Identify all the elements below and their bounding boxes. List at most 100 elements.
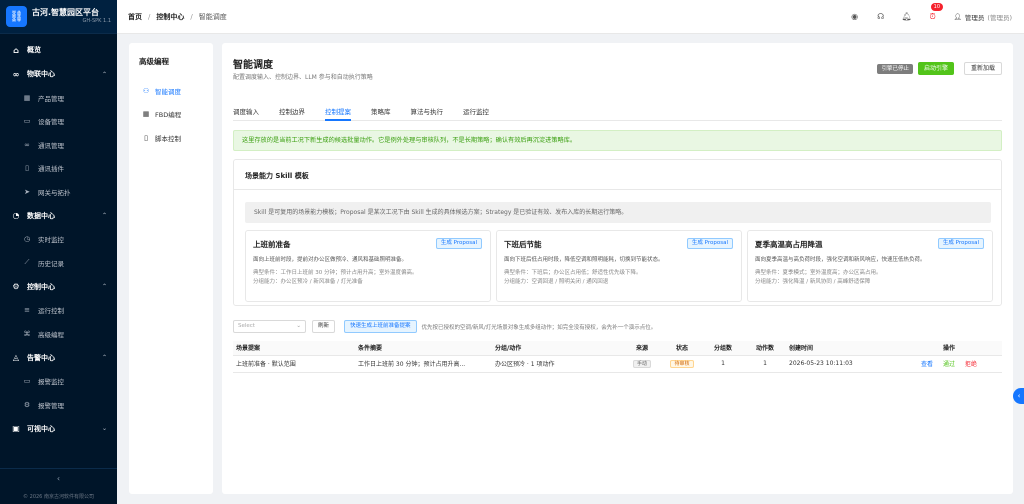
menu-item-label: 通讯插件: [38, 165, 64, 174]
subnav-item-script[interactable]: ▯ 脚本控制: [129, 126, 213, 150]
refresh-button[interactable]: 刷新: [312, 320, 336, 333]
user-name: 管理员: [964, 13, 985, 22]
sub-navigation: 高级编程 ⚇ 智能调度 ▦ FBD编程 ▯ 脚本控制: [129, 43, 213, 494]
menu-item-label: 通讯管理: [38, 141, 64, 150]
logo-area[interactable]: ⛓ 古河.智慧园区平台 GH-SPK 1.1: [0, 0, 117, 34]
menu-visual-center[interactable]: ▣ 可视中心 ⌄: [0, 417, 117, 441]
menu-iot-center[interactable]: ∞ 物联中心 ⌃: [0, 62, 117, 86]
notification-badge: 10: [930, 2, 944, 11]
settings-icon: ⚙: [12, 282, 20, 291]
menu-label: 告警中心: [27, 353, 55, 362]
start-engine-button[interactable]: 启动引擎: [917, 62, 954, 75]
cell-created: 2026-05-23 10:11:03: [786, 355, 896, 373]
document-icon: ▯: [25, 164, 29, 173]
skill-description: 面向夏季高温与高负荷时段，强化空调和新风响应，快速压低热负荷。: [755, 257, 926, 263]
col-operations: 操作: [896, 341, 1002, 356]
chevron-up-icon: ⌃: [101, 354, 107, 361]
breadcrumb-control-center[interactable]: 控制中心: [156, 12, 184, 22]
app-title: 古河.智慧园区平台: [32, 8, 100, 17]
subnav-item-smart-dispatch[interactable]: ⚇ 智能调度: [129, 79, 213, 103]
top-header: 首页 / 控制中心 / 智能调度 ◉ ☊ 🔔︎ ⏰︎ 10 👤︎ 管理员 (管理员…: [117, 0, 1024, 34]
menu-item-plugin[interactable]: ▯ 通讯插件: [0, 157, 117, 181]
user-role: (管理员): [987, 13, 1012, 22]
skill-condition: 典型条件：工作日上班前 30 分钟；预计占用升高；室外温度偏高。: [253, 270, 418, 276]
collapse-sidebar-button[interactable]: ‹: [0, 468, 117, 488]
col-groups: 分组数: [702, 341, 744, 356]
menu-item-product[interactable]: ▦ 产品管理: [0, 86, 117, 110]
skill-description: 面向下班后低占用时段，降低空调和照明能耗，切换到节能状态。: [504, 257, 664, 263]
tab-strategy-library[interactable]: 策略库: [371, 104, 391, 121]
menu-item-gateway[interactable]: ➤ 网关与拓扑: [0, 180, 117, 204]
menu-item-device[interactable]: ▭ 设备管理: [0, 110, 117, 134]
table-header-row: 场景提案 条件摘要 分组/动作 来源 状态 分组数 动作数 创建时间 操作: [233, 341, 1002, 356]
notification-bell-icon[interactable]: 🔔︎: [900, 10, 914, 24]
github-icon[interactable]: ◉: [848, 10, 862, 24]
breadcrumb-home[interactable]: 首页: [128, 12, 142, 22]
col-actions: 动作数: [744, 341, 786, 356]
skill-condition: 典型条件：下班后；办公区占用低；舒适性优先级下降。: [504, 270, 642, 276]
subnav-label: 智能调度: [155, 87, 181, 96]
menu-item-alarm-monitor[interactable]: ▭ 报警监控: [0, 370, 117, 394]
skill-card: 上班前准备 生成 Proposal 面向上班前时段，提前对办公区做预冷、通风和基…: [245, 230, 491, 302]
tab-dispatch-input[interactable]: 调度输入: [233, 104, 259, 121]
subnav-item-fbd[interactable]: ▦ FBD编程: [129, 103, 213, 127]
menu-item-advanced[interactable]: ⌘ 高级编程: [0, 322, 117, 346]
reject-link[interactable]: 拒绝: [965, 361, 977, 368]
proposal-toolbar: Select ⌄ 刷新 快速生成上班前准备提案 优先按已授权的空调/新风/灯光场景…: [233, 320, 1002, 333]
generate-proposal-button[interactable]: 生成 Proposal: [937, 238, 984, 249]
menu-item-run-control[interactable]: ≡ 运行控制: [0, 299, 117, 323]
menu-item-comm[interactable]: ∞ 通讯管理: [0, 133, 117, 157]
app-version: GH-SPK 1.1: [82, 18, 111, 24]
col-scene: 场景提案: [233, 341, 355, 356]
headset-icon[interactable]: ☊: [874, 10, 888, 24]
generate-proposal-button[interactable]: 生成 Proposal: [686, 238, 733, 249]
link-icon: ∞: [12, 69, 20, 79]
tab-run-monitor[interactable]: 运行监控: [463, 104, 489, 121]
menu-item-realtime[interactable]: ◷ 实时监控: [0, 228, 117, 252]
menu-overview[interactable]: ⌂ 概览: [0, 38, 117, 62]
approve-link[interactable]: 通过: [943, 361, 955, 368]
cell-action: 办公区预冷 · 1 项动作: [492, 355, 622, 373]
toolbar-hint: 优先按已授权的空调/新风/灯光场景对象生成多组动作；如完全没有授权，会先补一个演…: [421, 324, 657, 331]
skill-info-banner: Skill 是可复用的场景能力模板；Proposal 是某次工况下由 Skill…: [245, 202, 991, 223]
col-created: 创建时间: [786, 341, 896, 356]
tab-algorithm-execution[interactable]: 算法与执行: [411, 104, 444, 121]
chevron-up-icon: ⌃: [101, 212, 107, 219]
breadcrumb-current: 智能调度: [198, 12, 227, 21]
generate-proposal-button[interactable]: 生成 Proposal: [435, 238, 482, 249]
settings-icon: ⚙: [23, 400, 31, 409]
menu-label: 可视中心: [27, 424, 55, 433]
screen-icon: ▣: [12, 424, 20, 433]
menu-control-center[interactable]: ⚙ 控制中心 ⌃: [0, 275, 117, 299]
menu-label: 概览: [27, 46, 41, 54]
monitor-icon: ▭: [23, 377, 31, 386]
menu-item-history[interactable]: ⟋ 历史记录: [0, 251, 117, 275]
menu-data-center[interactable]: ◔ 数据中心 ⌃: [0, 204, 117, 228]
menu-alarm-center[interactable]: ◬ 告警中心 ⌃: [0, 346, 117, 370]
chevron-left-icon[interactable]: ‹: [1013, 388, 1024, 404]
cell-source: 手动: [622, 355, 662, 373]
tab-control-boundary[interactable]: 控制边界: [279, 104, 305, 121]
tab-control-proposal[interactable]: 控制提案: [325, 104, 351, 121]
quick-generate-button[interactable]: 快速生成上班前准备提案: [344, 320, 417, 333]
source-tag: 手动: [632, 360, 651, 368]
menu-item-label: 运行控制: [38, 307, 64, 316]
page-title: 智能调度: [233, 60, 273, 71]
menu-item-alarm-manage[interactable]: ⚙ 报警管理: [0, 393, 117, 417]
alarm-clock-icon[interactable]: ⏰︎ 10: [926, 2, 944, 24]
chevron-left-icon: ‹: [56, 474, 61, 483]
user-menu[interactable]: 👤︎ 管理员 (管理员): [954, 12, 1012, 22]
reload-button[interactable]: 重新加载: [963, 62, 1002, 75]
engine-status-badge: 引擎已停止: [877, 63, 913, 74]
breadcrumb-separator: /: [148, 12, 151, 21]
menu-item-label: 高级编程: [38, 330, 64, 339]
view-link[interactable]: 查看: [921, 361, 933, 368]
breadcrumb: 首页 / 控制中心 / 智能调度: [128, 12, 227, 22]
bell-icon: ◬: [12, 353, 20, 362]
filter-select[interactable]: Select ⌄: [233, 320, 306, 333]
header-actions: ◉ ☊ 🔔︎ ⏰︎ 10 👤︎ 管理员 (管理员): [836, 2, 1012, 24]
link-icon: ⛓: [6, 6, 27, 27]
menu-label: 控制中心: [27, 282, 55, 291]
menu-item-label: 网关与拓扑: [38, 188, 71, 197]
sidebar-menu: ⌂ 概览 ∞ 物联中心 ⌃ ▦ 产品管理 ▭ 设备管理 ∞ 通讯管理 ▯ 通讯插件 ➤ 网关与拓…: [0, 34, 117, 441]
